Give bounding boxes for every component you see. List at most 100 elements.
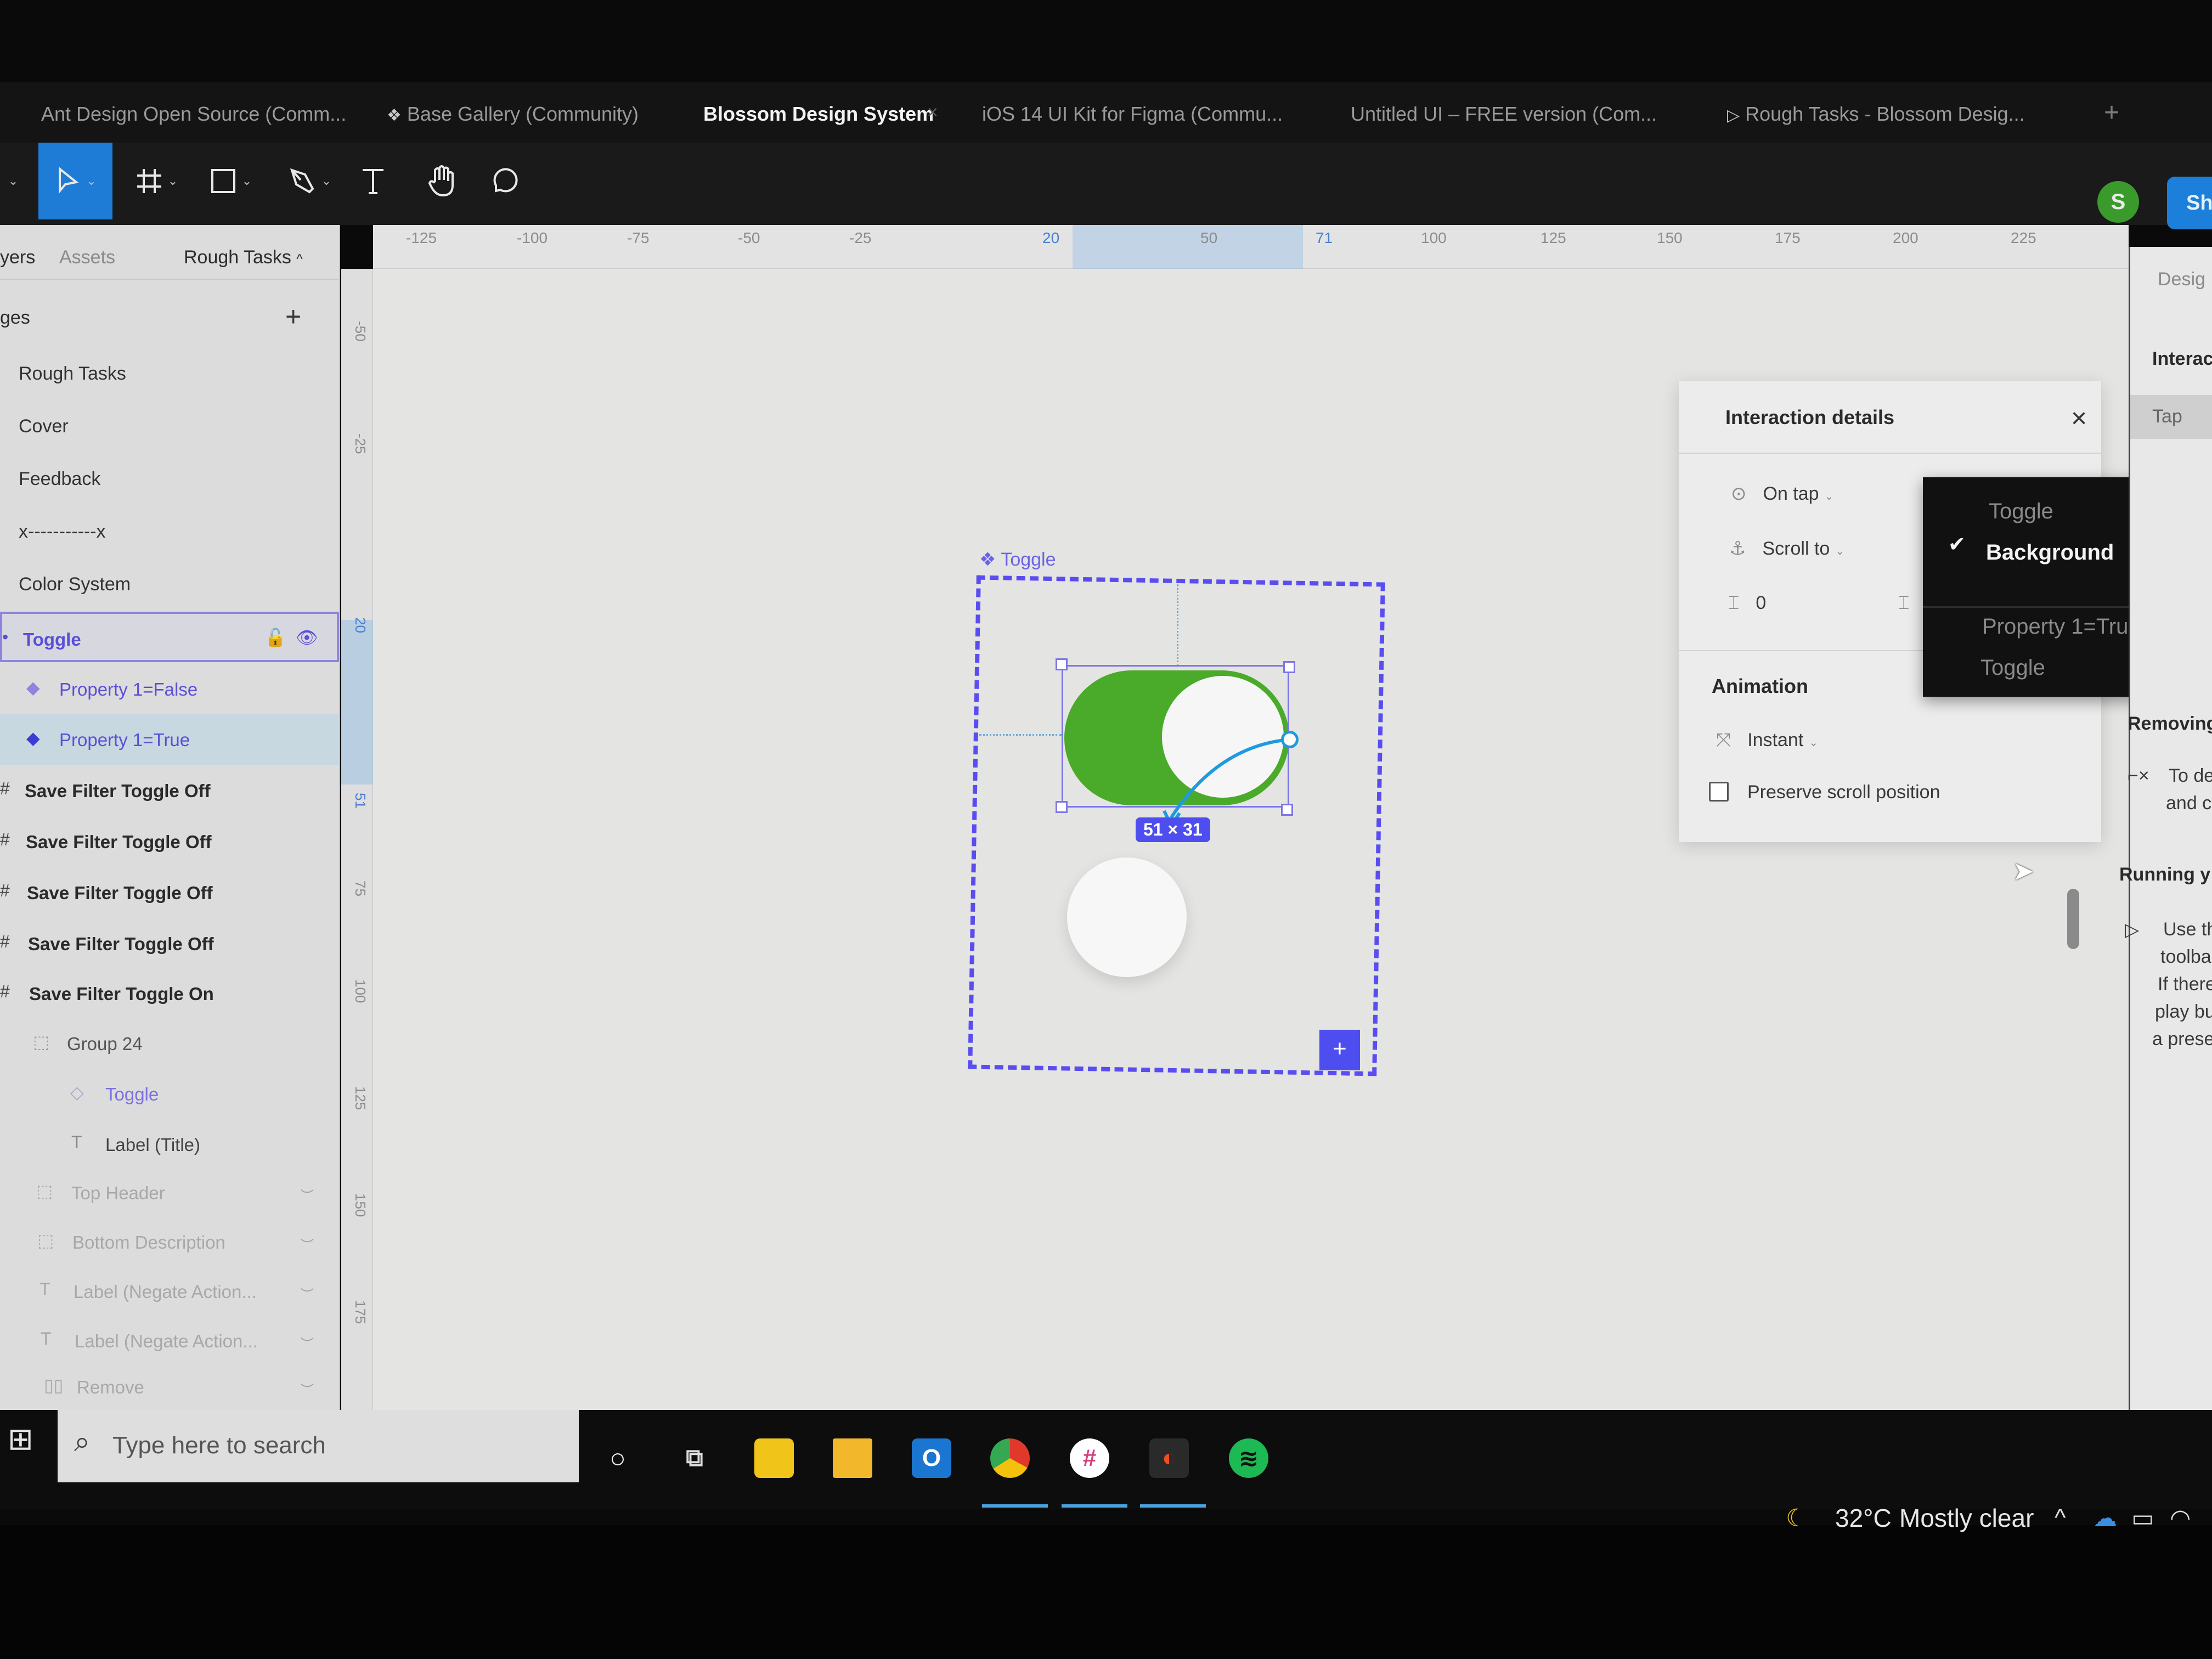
layer-save-filter-toggle-off-3[interactable]: # Save Filter Toggle Off [0,867,339,918]
layer-label-negate-2[interactable]: T Label (Negate Action... ︶ [0,1316,339,1366]
ruler-tick: 150 [352,1193,369,1217]
eye-closed-icon[interactable]: ︶ [301,1185,314,1204]
eye-icon[interactable]: 👁 [296,627,318,648]
animation-dropdown[interactable]: ⤧ Instant ⌄ [1716,730,1818,751]
hand-tool-button[interactable] [422,143,461,219]
tab-base-gallery[interactable]: ❖ Base Gallery (Community) [387,99,639,129]
weather-description[interactable]: Mostly clear [1899,1503,2034,1533]
tab-ios14-ui-kit[interactable]: iOS 14 UI Kit for Figma (Commu... [982,99,1283,129]
vertical-scrollbar[interactable] [2067,889,2079,949]
layer-property-true[interactable]: ◆ Property 1=True [0,714,339,765]
comment-tool-button[interactable] [486,143,524,219]
layer-name: Property 1=True [59,730,190,750]
frame-label-text: Toggle [1001,549,1056,570]
layer-group-24[interactable]: ⬚ Group 24 [0,1018,339,1069]
search-placeholder: Type here to search [112,1432,326,1459]
chrome-icon[interactable] [990,1438,1030,1478]
add-page-button[interactable]: + [285,301,301,332]
layer-save-filter-toggle-off-2[interactable]: # Save Filter Toggle Off [0,816,339,867]
menu-item-toggle-2[interactable]: Toggle [1980,656,2045,680]
layer-name: Label (Negate Action... [75,1331,258,1351]
preserve-scroll-label[interactable]: Preserve scroll position [1747,782,1940,803]
prototype-connection-handle[interactable] [1281,731,1299,748]
page-selector[interactable]: Rough Tasks ^ [184,247,303,268]
figma-icon[interactable]: ◐ [1149,1438,1189,1478]
windows-start-icon[interactable]: ⊞ [8,1421,33,1457]
move-tool-button[interactable]: ⌄ [38,143,112,219]
layer-top-header[interactable]: ⬚ Top Header ︶ [0,1167,339,1218]
horizontal-offset-icon[interactable]: ⌶ [1898,592,1926,614]
page-item-color-system[interactable]: Color System [19,574,131,595]
frame-label[interactable]: ❖ Toggle [979,549,1056,571]
spotify-icon[interactable]: ≋ [1229,1438,1268,1478]
weather-moon-icon[interactable]: ☾ [1786,1504,1807,1532]
eye-closed-icon[interactable]: ︶ [301,1333,314,1352]
menu-item-property-true[interactable]: Property 1=True [1982,614,2141,639]
tab-layers[interactable]: yers [0,247,35,268]
menu-item-background[interactable]: Background [1986,540,2114,565]
text-tool-button[interactable] [357,143,390,219]
cortana-icon[interactable]: ○ [598,1438,637,1478]
layer-property-false[interactable]: ◆ Property 1=False [0,664,339,714]
scroll-offset-field[interactable]: ⌶ 0 [1728,592,1766,614]
unlock-icon[interactable]: 🔓 [264,627,286,648]
frame-icon: # [0,881,10,900]
layer-name: Save Filter Toggle Off [25,781,211,801]
user-avatar[interactable]: S [2097,181,2139,223]
sticky-notes-icon[interactable] [754,1438,794,1478]
layer-save-filter-toggle-off-1[interactable]: # Save Filter Toggle Off [0,765,339,816]
layer-save-filter-toggle-off-4[interactable]: # Save Filter Toggle Off [0,918,339,969]
new-tab-button[interactable]: + [2104,98,2119,128]
page-item-feedback[interactable]: Feedback [19,469,100,490]
tab-rough-tasks[interactable]: ▷ Rough Tasks - Blossom Desig... [1727,99,2025,129]
close-tab-icon[interactable]: × [927,102,938,123]
page-item-divider[interactable]: x-----------x [19,521,106,543]
outlook-icon[interactable]: O [912,1438,951,1478]
weather-temperature[interactable]: 32°C [1835,1503,1892,1533]
tab-ant-design[interactable]: Ant Design Open Source (Comm... [41,99,346,129]
file-explorer-icon[interactable] [833,1438,872,1478]
layer-toggle-instance[interactable]: ◇ Toggle [0,1069,339,1119]
resize-handle[interactable] [1056,801,1068,813]
resize-handle[interactable] [1283,661,1295,673]
layer-bottom-description[interactable]: ⬚ Bottom Description ︶ [0,1217,339,1267]
windows-taskbar: ⊞ ⌕ Type here to search ○ ⧉ O # ◐ ≋ [0,1410,2212,1509]
shape-tool-button[interactable]: ⌄ [203,143,258,219]
action-dropdown[interactable]: ⚓ Scroll to ⌄ [1729,538,1844,560]
wifi-icon[interactable]: ◠ [2170,1504,2191,1532]
page-item-rough-tasks[interactable]: Rough Tasks [19,363,126,385]
share-button[interactable]: Share [2167,177,2212,229]
layer-save-filter-toggle-on[interactable]: # Save Filter Toggle On [0,968,339,1019]
layer-label-title[interactable]: T Label (Title) [0,1119,339,1170]
task-view-icon[interactable]: ⧉ [675,1438,714,1478]
tab-assets[interactable]: Assets [59,247,115,268]
battery-icon[interactable]: ▭ [2131,1504,2154,1532]
pen-tool-button[interactable]: ⌄ [280,143,340,219]
layer-toggle-component-set[interactable]: • Toggle 🔓 👁 [0,612,339,662]
tab-blossom-design-system[interactable]: Blossom Design System [703,99,934,129]
tab-design[interactable]: Desig [2158,269,2205,290]
layer-name: Save Filter Toggle Off [28,934,214,954]
trigger-dropdown[interactable]: ⊙ On tap ⌄ [1731,483,1833,505]
toggle-off-knob[interactable] [1067,857,1187,977]
preserve-scroll-checkbox[interactable] [1709,782,1729,802]
main-menu-chevron-icon[interactable]: ⌄ [0,143,22,219]
layer-remove[interactable]: ▯▯ Remove ︶ [0,1362,339,1412]
tab-untitled-ui[interactable]: Untitled UI – FREE version (Com... [1351,99,1657,129]
page-item-cover[interactable]: Cover [19,416,69,437]
interaction-tap-row[interactable]: Tap [2130,395,2212,439]
slack-icon[interactable]: # [1070,1438,1109,1478]
menu-item-toggle[interactable]: Toggle [1989,499,2053,524]
resize-handle[interactable] [1056,658,1068,670]
onedrive-icon[interactable]: ☁ [2093,1504,2117,1532]
eye-closed-icon[interactable]: ︶ [301,1234,314,1254]
chevron-up-icon[interactable]: ^ [2055,1504,2066,1532]
taskbar-search-input[interactable]: ⌕ Type here to search [58,1410,579,1482]
eye-closed-icon[interactable]: ︶ [301,1379,314,1398]
close-icon[interactable]: × [2071,402,2087,434]
layer-label-negate-1[interactable]: T Label (Negate Action... ︶ [0,1266,339,1317]
add-variant-button[interactable]: + [1319,1030,1360,1070]
tab-interactions[interactable]: Interac [2152,348,2212,370]
eye-closed-icon[interactable]: ︶ [301,1284,314,1303]
frame-tool-button[interactable]: ⌄ [129,143,184,219]
